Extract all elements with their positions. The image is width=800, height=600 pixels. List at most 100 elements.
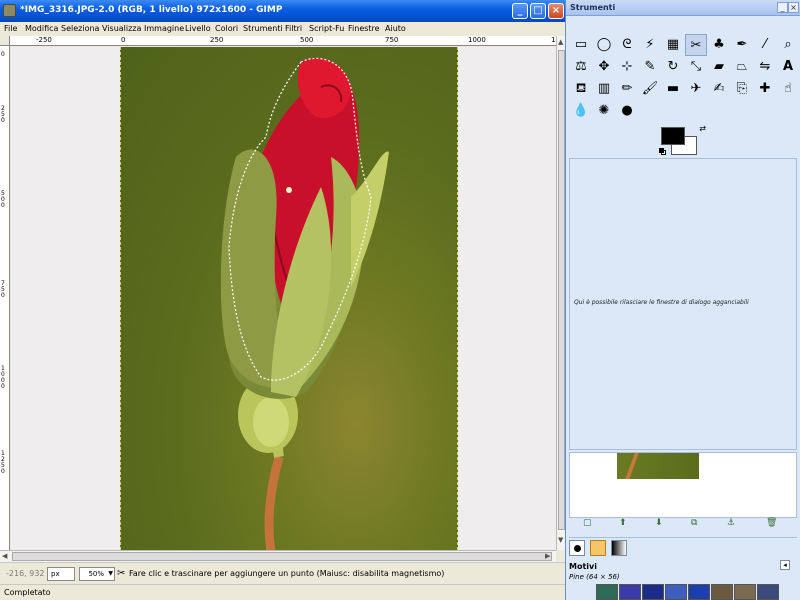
anchor-icon[interactable]: ⚓ [727, 518, 735, 528]
vertical-scrollbar[interactable]: ▲ ▼ [556, 36, 565, 550]
bucket-fill-icon[interactable]: ⛾ [570, 78, 592, 100]
menu-seleziona[interactable]: Seleziona [61, 24, 99, 33]
paintbrush-icon[interactable]: 🖌 [639, 78, 661, 100]
scroll-up-icon[interactable]: ▲ [558, 38, 563, 46]
image-window: *IMG_3316.JPG-2.0 (RGB, 1 livello) 972x1… [0, 0, 565, 600]
preview-toolbar: ▢ ⬆ ⬇ ⧉ ⚓ 🗑 [569, 516, 797, 532]
minimize-button[interactable]: _ [512, 3, 528, 19]
close-button[interactable]: × [548, 3, 564, 19]
dock-drop-area[interactable]: Qui è possibile rilasciare le finestre d… [569, 158, 797, 450]
menu-visualizza[interactable]: Visualizza [102, 24, 141, 33]
gradient-selector[interactable] [611, 540, 627, 556]
horizontal-scrollbar[interactable]: ◀ ▶ [0, 550, 556, 562]
pattern-selector[interactable] [590, 540, 606, 556]
menu-filtri[interactable]: Filtri [285, 24, 302, 33]
ruler-corner[interactable] [0, 36, 10, 46]
toolbox-minimize-button[interactable]: _ [777, 2, 788, 13]
rotate-icon[interactable]: ↻ [662, 56, 684, 78]
horizontal-scroll-thumb[interactable] [12, 552, 552, 561]
raise-icon[interactable]: ⬆ [619, 518, 627, 528]
scroll-right-icon[interactable]: ▶ [545, 552, 550, 560]
fuzzy-select-icon[interactable]: ⚡ [639, 34, 661, 56]
ellipse-select-icon[interactable]: ◯ [593, 34, 615, 56]
color-select-icon[interactable]: ▦ [662, 34, 684, 56]
ink-icon[interactable]: ✍ [708, 78, 730, 100]
dodge-burn-icon[interactable]: 💧 [570, 100, 592, 122]
new-image-icon[interactable]: ▢ [583, 518, 592, 528]
pattern-swatch[interactable] [688, 584, 710, 600]
perspective-icon[interactable]: ⏢ [731, 56, 753, 78]
toolbox-titlebar[interactable]: Strumenti _ × [566, 0, 800, 16]
move-icon[interactable]: ✥ [593, 56, 615, 78]
ruler-horizontal[interactable]: -250 0 250 500 750 1000 1250 [10, 36, 556, 46]
zoom-icon[interactable]: ⌕ [777, 34, 799, 56]
dodge-icon[interactable]: ● [616, 100, 638, 122]
eraser-icon[interactable]: ▬ [662, 78, 684, 100]
rect-select-icon[interactable]: ▭ [570, 34, 592, 56]
progress-status: Completato [0, 584, 565, 600]
scroll-down-icon[interactable]: ▼ [558, 536, 563, 544]
color-selector[interactable]: ⇄ [658, 124, 706, 158]
image-window-titlebar[interactable]: *IMG_3316.JPG-2.0 (RGB, 1 livello) 972x1… [0, 0, 565, 22]
ruler-tick-label: 1000 [468, 36, 486, 44]
crop-icon[interactable]: ✎ [639, 56, 661, 78]
scale-icon[interactable]: ⤡ [685, 56, 707, 78]
align-icon[interactable]: ⊹ [616, 56, 638, 78]
delete-icon[interactable]: 🗑 [766, 518, 777, 528]
menu-strumenti[interactable]: Strumenti [243, 24, 283, 33]
menu-livello[interactable]: Livello [185, 24, 211, 33]
menu-modifica[interactable]: Modifica [25, 24, 58, 33]
measure-icon[interactable]: ⚖ [570, 56, 592, 78]
vertical-scroll-thumb[interactable] [558, 50, 565, 530]
clone-icon[interactable]: ⎘ [731, 78, 753, 100]
toolbox-close-button[interactable]: × [788, 2, 799, 13]
menu-immagine[interactable]: Immagine [144, 24, 184, 33]
pattern-swatch[interactable] [757, 584, 779, 600]
menu-finestre[interactable]: Finestre [348, 24, 380, 33]
lower-icon[interactable]: ⬇ [655, 518, 663, 528]
pattern-swatch[interactable] [711, 584, 733, 600]
patterns-menu-icon[interactable]: ◂ [780, 560, 790, 570]
text-icon[interactable]: A [777, 56, 799, 78]
flip-icon[interactable]: ⇋ [754, 56, 776, 78]
rose-bud-photo[interactable] [120, 47, 458, 550]
shear-icon[interactable]: ▰ [708, 56, 730, 78]
foreground-color[interactable] [661, 127, 685, 145]
pattern-swatch[interactable] [619, 584, 641, 600]
pattern-name: Pine (64 × 56) [569, 573, 620, 581]
ruler-tick-label: 0 [1, 51, 5, 58]
paths-icon[interactable]: ✒ [731, 34, 753, 56]
menu-script-fu[interactable]: Script-Fu [309, 24, 344, 33]
blend-icon[interactable]: ▥ [593, 78, 615, 100]
lasso-icon[interactable]: ᘓ [616, 34, 638, 56]
heal-icon[interactable]: ✚ [754, 78, 776, 100]
unit-select[interactable]: px [47, 567, 75, 581]
menu-file[interactable]: File [4, 24, 17, 33]
zoom-select[interactable]: 50% ▼ [79, 567, 115, 581]
window-title: *IMG_3316.JPG-2.0 (RGB, 1 livello) 972x1… [20, 5, 283, 15]
duplicate-icon[interactable]: ⧉ [691, 518, 697, 528]
menu-colori[interactable]: Colori [215, 24, 238, 33]
swap-colors-icon[interactable]: ⇄ [699, 124, 706, 133]
pattern-swatch[interactable] [642, 584, 664, 600]
brush-selector[interactable] [569, 540, 585, 556]
menu-aiuto[interactable]: Aiuto [385, 24, 406, 33]
foreground-select-icon[interactable]: ♣ [708, 34, 730, 56]
convolve-icon[interactable]: ✺ [593, 100, 615, 122]
pattern-swatch[interactable] [734, 584, 756, 600]
scroll-left-icon[interactable]: ◀ [2, 552, 7, 560]
maximize-button[interactable]: □ [530, 3, 546, 19]
image-canvas[interactable] [11, 47, 556, 550]
scissors-icon[interactable]: ✂ [685, 34, 707, 56]
ruler-tick-label: -250 [36, 36, 52, 44]
airbrush-icon[interactable]: ✈ [685, 78, 707, 100]
pattern-swatch[interactable] [665, 584, 687, 600]
ruler-vertical[interactable]: 0 250 500 750 1000 1250 [0, 46, 10, 550]
smudge-icon[interactable]: ☝ [777, 78, 799, 100]
pattern-swatch[interactable] [596, 584, 618, 600]
color-picker-icon[interactable]: ⁄ [754, 34, 776, 56]
default-colors-fg-icon[interactable] [659, 148, 664, 153]
pencil-icon[interactable]: ✏ [616, 78, 638, 100]
status-hint: Fare clic e trascinare per aggiungere un… [129, 569, 445, 578]
image-preview[interactable] [569, 452, 797, 518]
